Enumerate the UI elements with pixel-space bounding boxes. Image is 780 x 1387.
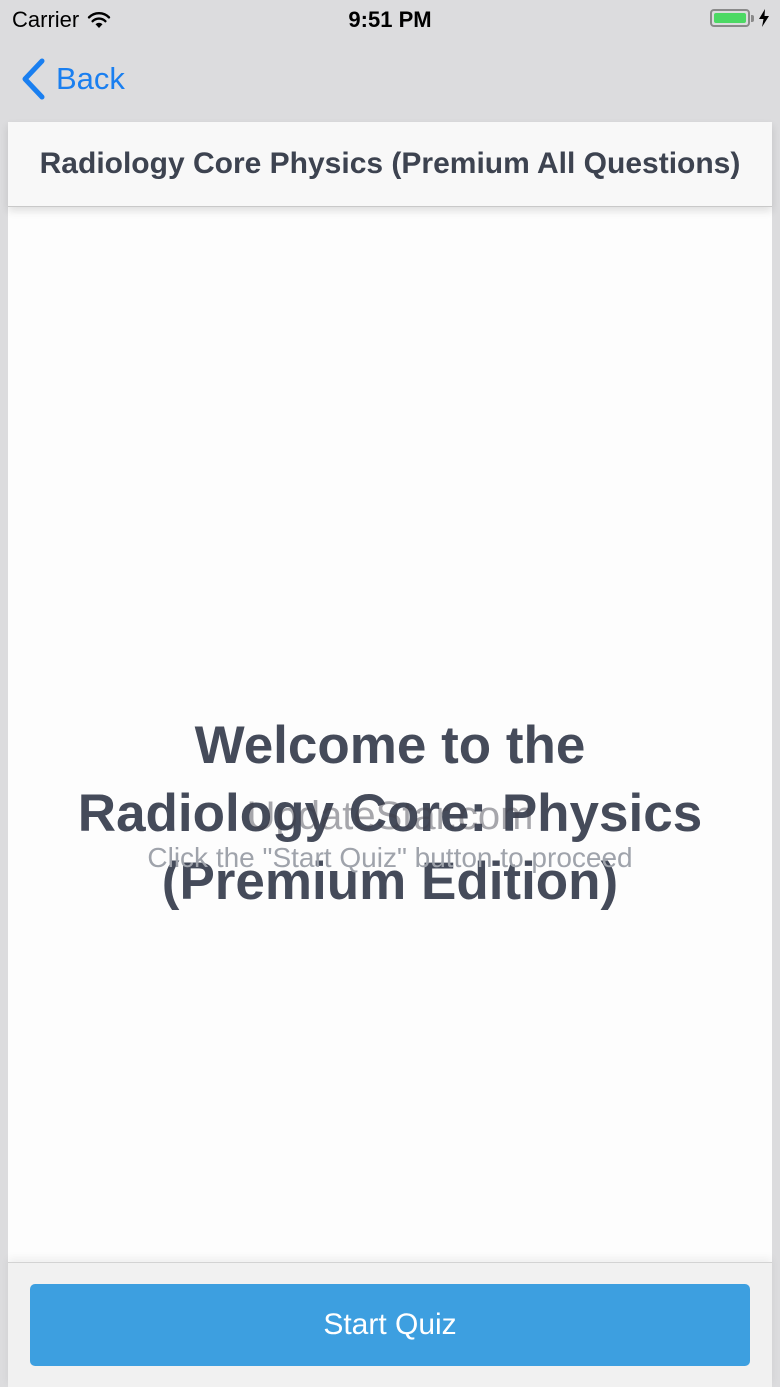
title-bar: Radiology Core Physics (Premium All Ques… [8, 122, 772, 207]
battery-cap [751, 14, 754, 22]
footer-bar: Start Quiz [8, 1262, 772, 1387]
back-label: Back [56, 61, 125, 96]
start-quiz-button[interactable]: Start Quiz [30, 1284, 750, 1366]
status-time: 9:51 PM [348, 7, 432, 32]
page-title: Radiology Core Physics (Premium All Ques… [39, 147, 741, 180]
navigation-bar: Back [0, 40, 780, 122]
chevron-left-icon [22, 58, 45, 100]
quiz-intro-page: Radiology Core Physics (Premium All Ques… [8, 122, 772, 1387]
battery-indicator [710, 9, 770, 27]
charging-bolt-icon [759, 9, 769, 27]
battery-icon [710, 9, 750, 27]
app-screen: Carrier 9:51 PM Back Radiology Core Phys… [0, 0, 780, 1387]
instructions-text: Click the "Start Quiz" button to proceed [147, 842, 633, 873]
battery-fill [714, 13, 746, 23]
back-button[interactable]: Back [20, 58, 125, 100]
status-bar: Carrier 9:51 PM [0, 0, 780, 40]
welcome-line: Welcome to the [194, 716, 586, 775]
watermark: UpdateStar.com [246, 794, 534, 838]
